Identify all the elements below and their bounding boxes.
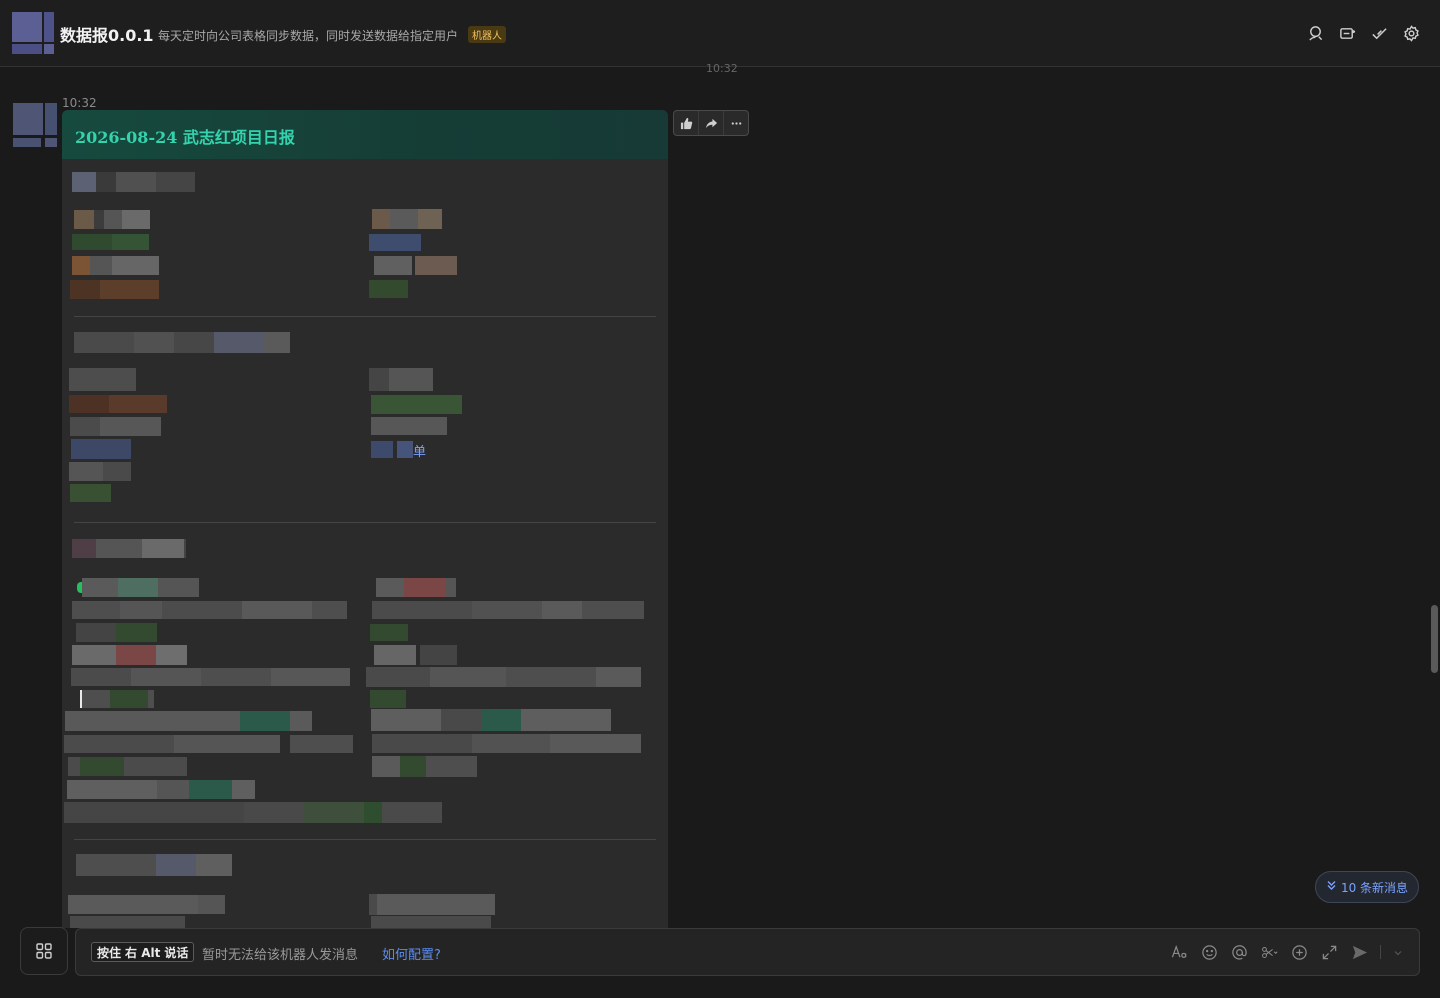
redacted-block — [69, 395, 167, 413]
send-separator — [1380, 945, 1381, 959]
redacted-block — [65, 711, 312, 731]
redacted-block — [70, 484, 111, 502]
redacted-block — [71, 668, 350, 686]
report-card: 2026-08-24 武志红项目日报 单 — [62, 110, 668, 928]
font-format-icon[interactable] — [1170, 943, 1188, 961]
redacted-block — [68, 895, 225, 914]
mark-done-icon[interactable] — [1370, 24, 1388, 42]
app-grid-icon — [36, 943, 52, 959]
redacted-block — [76, 623, 157, 642]
redacted-block — [366, 667, 641, 687]
redacted-block — [371, 441, 413, 458]
redacted-block — [72, 645, 187, 665]
redacted-block — [370, 624, 408, 641]
thumbs-up-icon[interactable] — [674, 111, 699, 135]
card-title: 2026-08-24 武志红项目日报 — [75, 128, 295, 147]
redacted-block — [369, 894, 495, 915]
redacted-block — [369, 280, 408, 298]
settings-icon[interactable] — [1402, 24, 1420, 42]
redacted-block — [69, 368, 136, 391]
chat-header: 数据报0.0.1 每天定时向公司表格同步数据，同时发送数据给指定用户 机器人 — [0, 0, 1440, 67]
message-time: 10:32 — [62, 96, 97, 110]
chat-description: 每天定时向公司表格同步数据，同时发送数据给指定用户 — [158, 29, 459, 43]
ptt-talk-label: 说话 — [164, 945, 189, 960]
redacted-block — [70, 916, 185, 928]
chat-title[interactable]: 数据报0.0.1 — [60, 22, 154, 46]
add-icon[interactable] — [1290, 943, 1308, 961]
redacted-block — [80, 690, 154, 708]
ptt-hold-label: 按住 — [97, 945, 122, 960]
mention-icon[interactable] — [1230, 943, 1248, 961]
redacted-block — [369, 368, 433, 391]
screenshot-icon[interactable] — [1260, 943, 1278, 961]
redacted-block — [71, 439, 131, 459]
redacted-block — [376, 578, 456, 597]
message-actions — [673, 110, 749, 136]
send-icon[interactable] — [1350, 943, 1368, 961]
search-user-icon[interactable] — [1306, 24, 1324, 42]
redacted-block — [64, 802, 442, 823]
new-messages-label: 10 条新消息 — [1340, 880, 1409, 895]
redacted-block — [68, 757, 187, 776]
redacted-block — [72, 601, 347, 619]
redacted-block — [370, 690, 406, 708]
redacted-block — [371, 417, 447, 435]
visible-text-fragment: 单 — [413, 445, 427, 460]
bot-avatar[interactable] — [12, 12, 54, 54]
redacted-block — [74, 332, 290, 353]
redacted-block — [371, 395, 462, 414]
redacted-block — [374, 256, 457, 275]
redacted-block — [372, 756, 477, 777]
section-divider — [74, 839, 656, 840]
redacted-block — [74, 210, 150, 229]
redacted-block — [371, 709, 611, 731]
redacted-block — [290, 735, 353, 753]
redacted-block — [70, 417, 161, 436]
previous-timestamp: 10:32 — [706, 62, 738, 75]
redacted-block — [371, 916, 491, 928]
redacted-block — [64, 735, 280, 753]
double-chevron-down-icon — [1326, 880, 1337, 894]
redacted-block — [374, 645, 457, 665]
new-messages-button[interactable]: 10 条新消息 — [1315, 871, 1419, 903]
bot-badge: 机器人 — [468, 26, 506, 43]
redacted-block — [369, 234, 421, 251]
send-options-chevron-icon[interactable] — [1393, 943, 1403, 961]
section-divider — [74, 316, 656, 317]
redacted-block — [67, 780, 255, 799]
redacted-block — [70, 280, 159, 299]
redacted-block — [72, 234, 149, 250]
redacted-block — [72, 172, 195, 192]
card-header: 2026-08-24 武志红项目日报 — [62, 110, 668, 159]
section-divider — [74, 522, 656, 523]
cannot-message-notice: 暂时无法给该机器人发消息 — [202, 948, 359, 963]
scrollbar-thumb[interactable] — [1431, 605, 1438, 673]
redacted-block — [372, 601, 644, 619]
redacted-block — [82, 578, 199, 597]
redacted-block — [72, 539, 186, 558]
more-icon[interactable] — [724, 111, 748, 135]
redacted-block — [372, 734, 641, 753]
how-to-configure-link[interactable]: 如何配置? — [382, 944, 441, 963]
expand-icon[interactable] — [1320, 943, 1338, 961]
emoji-icon[interactable] — [1200, 943, 1218, 961]
push-to-talk-hint[interactable]: 按住 右 Alt 说话 — [91, 942, 195, 962]
message-composer: 按住 右 Alt 说话 暂时无法给该机器人发消息 如何配置? — [75, 928, 1420, 976]
redacted-block — [76, 854, 232, 876]
redacted-block — [72, 256, 159, 275]
sender-avatar[interactable] — [13, 103, 57, 147]
ptt-key-label: 右 Alt — [125, 945, 161, 960]
forward-icon[interactable] — [699, 111, 724, 135]
app-grid-button[interactable] — [20, 927, 68, 975]
redacted-block — [69, 462, 131, 481]
redacted-block — [372, 209, 442, 229]
add-chat-icon[interactable] — [1338, 24, 1356, 42]
